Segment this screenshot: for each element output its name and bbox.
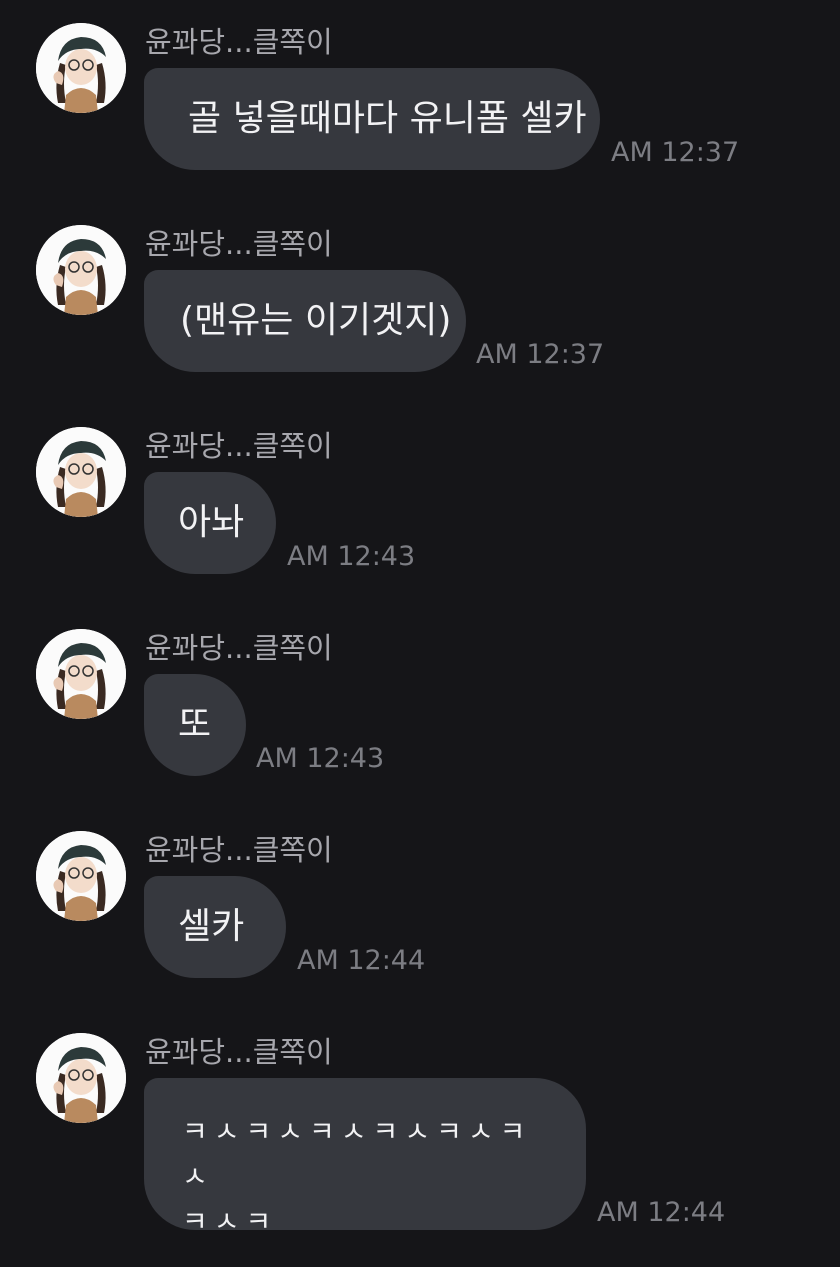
message-time: AM 12:43 xyxy=(287,541,416,572)
avatar[interactable] xyxy=(36,225,126,315)
avatar[interactable] xyxy=(36,831,126,921)
message-row: 윤꽈당...클쪽이 아놔 AM 12:43 xyxy=(0,404,840,604)
profile-photo-icon xyxy=(36,1033,126,1123)
message-bubble[interactable]: 또 xyxy=(144,674,246,776)
message-bubble[interactable]: 아놔 xyxy=(144,472,276,574)
message-line: ㅋㅅㅋㅅㅋㅅㅋㅅㅋㅅㅋㅅ xyxy=(182,1115,532,1193)
message-time: AM 12:37 xyxy=(611,137,740,168)
message-row: 윤꽈당...클쪽이 셀카 AM 12:44 xyxy=(0,808,840,1008)
message-time: AM 12:43 xyxy=(256,743,385,774)
sender-name: 윤꽈당...클쪽이 xyxy=(145,1035,333,1069)
message-bubble[interactable]: 셀카 xyxy=(144,876,286,978)
avatar[interactable] xyxy=(36,427,126,517)
message-time: AM 12:44 xyxy=(297,945,426,976)
profile-photo-icon xyxy=(36,23,126,113)
profile-photo-icon xyxy=(36,629,126,719)
profile-photo-icon xyxy=(36,427,126,517)
message-time: AM 12:37 xyxy=(476,339,605,370)
sender-name: 윤꽈당...클쪽이 xyxy=(145,25,333,59)
avatar[interactable] xyxy=(36,1033,126,1123)
message-time: AM 12:44 xyxy=(597,1197,726,1228)
message-row: 윤꽈당...클쪽이 골 넣을때마다 유니폼 셀카 AM 12:37 xyxy=(0,0,840,200)
message-bubble[interactable]: (맨유는 이기겟지) xyxy=(144,270,466,372)
sender-name: 윤꽈당...클쪽이 xyxy=(145,833,333,867)
sender-name: 윤꽈당...클쪽이 xyxy=(145,631,333,665)
sender-name: 윤꽈당...클쪽이 xyxy=(145,227,333,261)
message-line: ㅋㅅㅋ xyxy=(182,1204,278,1238)
profile-photo-icon xyxy=(36,225,126,315)
message-row: 윤꽈당...클쪽이 (맨유는 이기겟지) AM 12:37 xyxy=(0,202,840,402)
message-bubble[interactable]: ㅋㅅㅋㅅㅋㅅㅋㅅㅋㅅㅋㅅ ㅋㅅㅋ xyxy=(144,1078,586,1238)
avatar[interactable] xyxy=(36,629,126,719)
message-row: 윤꽈당...클쪽이 ㅋㅅㅋㅅㅋㅅㅋㅅㅋㅅㅋㅅ ㅋㅅㅋ AM 12:44 xyxy=(0,1010,840,1267)
message-row: 윤꽈당...클쪽이 또 AM 12:43 xyxy=(0,606,840,806)
sender-name: 윤꽈당...클쪽이 xyxy=(145,429,333,463)
avatar[interactable] xyxy=(36,23,126,113)
profile-photo-icon xyxy=(36,831,126,921)
message-bubble[interactable]: 골 넣을때마다 유니폼 셀카 xyxy=(144,68,600,170)
